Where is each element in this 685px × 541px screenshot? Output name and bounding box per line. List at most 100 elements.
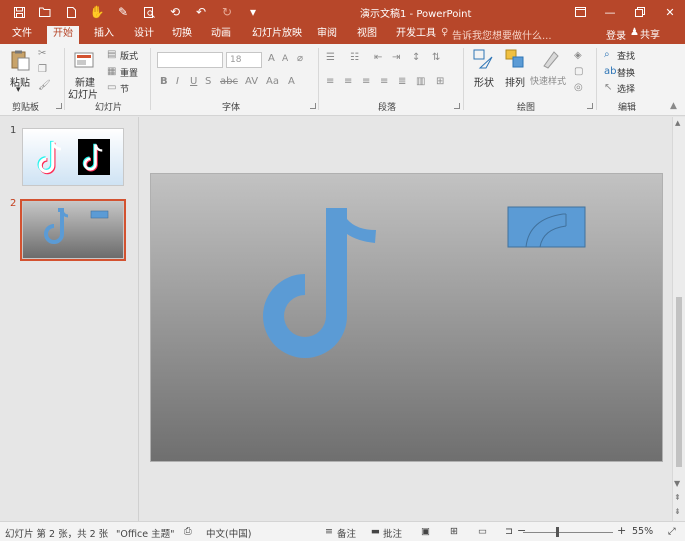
strikethrough-icon[interactable]: abc	[220, 76, 238, 87]
clear-format-icon[interactable]: ⌀	[297, 53, 303, 64]
font-color-icon[interactable]: A	[288, 76, 295, 87]
undo-icon[interactable]: ↶	[188, 3, 214, 21]
minimize-icon[interactable]: —	[595, 0, 625, 24]
shape-outline-icon[interactable]: ▢	[574, 66, 583, 77]
collapse-ribbon-icon[interactable]: ▲	[670, 101, 677, 111]
group-separator	[463, 48, 464, 110]
clipboard-launcher-icon[interactable]	[56, 103, 62, 109]
spacing-icon[interactable]: AV	[245, 76, 258, 87]
decrease-indent-icon[interactable]: ⇤	[374, 52, 382, 63]
shadow-icon[interactable]: S	[205, 76, 211, 87]
ribbon-tabs: 文件 开始 插入 设计 切换 动画 幻灯片放映 审阅 视图 开发工具 ♀ 告诉我…	[0, 24, 685, 44]
tab-developer[interactable]: 开发工具	[390, 26, 442, 44]
tab-slideshow[interactable]: 幻灯片放映	[246, 26, 308, 44]
tab-home[interactable]: 开始	[47, 26, 79, 44]
tab-view[interactable]: 视图	[351, 26, 383, 44]
previous-slide-icon[interactable]: ⇞	[674, 493, 681, 502]
normal-view-icon[interactable]: ▣	[421, 526, 430, 537]
select-button[interactable]: 选择	[617, 82, 635, 95]
zoom-level[interactable]: 55%	[632, 526, 653, 537]
columns-icon[interactable]: ▥	[416, 76, 425, 87]
language-indicator[interactable]: 中文(中国)	[206, 526, 251, 540]
reading-view-icon[interactable]: ▭	[478, 526, 487, 537]
music-note-shape[interactable]	[263, 208, 376, 358]
redo-icon[interactable]: ↻	[214, 3, 240, 21]
underline-icon[interactable]: U	[190, 76, 197, 87]
numbering-icon[interactable]: ☷	[350, 52, 359, 63]
cut-icon[interactable]: ✂	[38, 48, 46, 59]
tab-insert[interactable]: 插入	[88, 26, 120, 44]
font-size-input[interactable]: 18	[226, 52, 262, 68]
ribbon: 粘贴 ▾ ✂ ❐ 🖌 剪贴板 新建 幻灯片 ▤ 版式 ▦ 重置 ▭ 节 幻灯片 …	[0, 44, 685, 116]
scroll-up-icon[interactable]: ▲	[675, 119, 680, 127]
smartart-icon[interactable]: ⊞	[436, 76, 444, 87]
find-button[interactable]: 查找	[617, 49, 635, 62]
zoom-slider-track[interactable]	[523, 532, 613, 533]
increase-font-icon[interactable]: A	[268, 53, 275, 64]
new-icon[interactable]	[58, 3, 84, 21]
layout-button[interactable]: 版式	[120, 49, 138, 62]
shape-fill-icon[interactable]: ◈	[574, 50, 582, 61]
zoom-out-icon[interactable]: −	[517, 524, 526, 537]
slide-sorter-icon[interactable]: ⊞	[450, 526, 458, 537]
replace-button[interactable]: 替换	[617, 66, 635, 79]
slides-group-label: 幻灯片	[95, 103, 123, 113]
scrollbar-thumb[interactable]	[676, 297, 682, 467]
maximize-icon[interactable]	[625, 0, 655, 24]
tab-file[interactable]: 文件	[6, 26, 38, 44]
save-icon[interactable]	[6, 3, 32, 21]
customize-icon[interactable]: ▾	[240, 3, 266, 21]
italic-icon[interactable]: I	[176, 76, 179, 87]
bullets-icon[interactable]: ☰	[326, 52, 335, 63]
slide-thumbnail-2[interactable]	[20, 199, 126, 261]
align-right-icon[interactable]: ≡	[362, 76, 370, 87]
paragraph-launcher-icon[interactable]	[454, 103, 460, 109]
align-left-icon[interactable]: ≡	[326, 76, 334, 87]
notes-button[interactable]: 备注	[337, 526, 356, 540]
tab-animations[interactable]: 动画	[205, 26, 237, 44]
open-icon[interactable]	[32, 3, 58, 21]
slideshow-view-icon[interactable]: ⊐	[505, 526, 513, 537]
align-center-icon[interactable]: ≡	[344, 76, 352, 87]
close-icon[interactable]: ✕	[655, 0, 685, 24]
tell-me-box[interactable]: 告诉我您想要做什么...	[452, 27, 552, 42]
scroll-down-icon[interactable]: ▼	[674, 479, 680, 488]
increase-indent-icon[interactable]: ⇥	[392, 52, 400, 63]
distribute-icon[interactable]: ≣	[398, 76, 406, 87]
format-painter-icon[interactable]: 🖌	[38, 80, 51, 91]
title-bar: ✋ ✎ ⟲ ↶ ↻ ▾ 演示文稿1 - PowerPoint — ✕	[0, 0, 685, 24]
share-button[interactable]: 共享	[640, 26, 660, 41]
arc-rectangle-shape[interactable]	[507, 206, 586, 248]
text-direction-icon[interactable]: ⇅	[432, 52, 440, 63]
spell-check-icon[interactable]: ⎙	[184, 526, 192, 537]
slide-thumbnail-1[interactable]	[22, 128, 124, 186]
shape-effects-icon[interactable]: ◎	[574, 82, 583, 93]
repeat-icon[interactable]: ⟲	[162, 3, 188, 21]
current-slide[interactable]	[150, 173, 663, 462]
drawing-launcher-icon[interactable]	[587, 103, 593, 109]
line-spacing-icon[interactable]: ↕	[412, 52, 420, 63]
comments-button[interactable]: 批注	[383, 526, 402, 540]
restore-icon[interactable]	[565, 0, 595, 24]
login-link[interactable]: 登录	[606, 27, 626, 42]
zoom-in-icon[interactable]: +	[617, 524, 626, 537]
spelling-icon[interactable]: ✎	[110, 3, 136, 21]
zoom-slider-knob[interactable]	[556, 527, 559, 537]
bold-icon[interactable]: B	[160, 76, 168, 87]
vertical-scrollbar[interactable]: ▲ ▼ ⇞ ⇟	[672, 117, 685, 521]
next-slide-icon[interactable]: ⇟	[674, 507, 681, 516]
copy-icon[interactable]: ❐	[38, 64, 47, 75]
touch-icon[interactable]: ✋	[84, 3, 110, 21]
reset-button[interactable]: 重置	[120, 66, 138, 79]
tab-design[interactable]: 设计	[128, 26, 160, 44]
preview-icon[interactable]	[136, 3, 162, 21]
section-button[interactable]: 节	[120, 82, 129, 95]
font-name-input[interactable]	[157, 52, 223, 68]
font-launcher-icon[interactable]	[310, 103, 316, 109]
tab-review[interactable]: 审阅	[311, 26, 343, 44]
tab-transitions[interactable]: 切换	[166, 26, 198, 44]
justify-icon[interactable]: ≡	[380, 76, 388, 87]
change-case-icon[interactable]: Aa	[266, 76, 279, 87]
decrease-font-icon[interactable]: A	[282, 54, 288, 64]
fit-to-window-icon[interactable]: ⤢	[668, 526, 676, 537]
